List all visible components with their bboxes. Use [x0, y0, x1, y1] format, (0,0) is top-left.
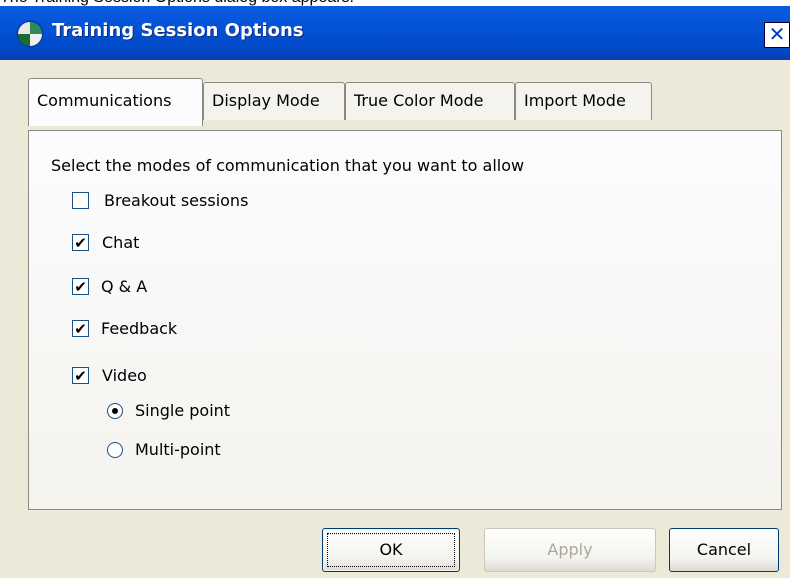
tab-label: Display Mode [212, 91, 320, 110]
apply-button-label: Apply [547, 540, 593, 559]
cancel-button[interactable]: Cancel [669, 528, 779, 572]
tab-label: Communications [37, 91, 172, 110]
dialog-window: Training Session Options ✕ Communication… [0, 6, 790, 578]
close-button[interactable]: ✕ [764, 22, 790, 48]
single-point-radio[interactable] [107, 403, 123, 419]
ok-button[interactable]: OK [322, 528, 460, 572]
tab-communications[interactable]: Communications [28, 78, 203, 126]
video-checkbox[interactable] [72, 367, 89, 384]
close-icon: ✕ [768, 22, 786, 46]
tab-display-mode[interactable]: Display Mode [203, 82, 345, 120]
chat-checkbox[interactable] [72, 234, 89, 251]
breakout-sessions-label[interactable]: Breakout sessions [104, 191, 248, 210]
tab-true-color-mode[interactable]: True Color Mode [345, 82, 515, 120]
instruction-text: Select the modes of communication that y… [51, 156, 525, 175]
tab-import-mode[interactable]: Import Mode [515, 82, 652, 120]
apply-button[interactable]: Apply [484, 528, 656, 572]
tab-label: Import Mode [524, 91, 626, 110]
chat-label[interactable]: Chat [102, 233, 139, 252]
dialog-title: Training Session Options [52, 20, 304, 41]
focus-ring [327, 533, 455, 567]
single-point-label[interactable]: Single point [135, 401, 230, 420]
q-and-a-checkbox[interactable] [72, 278, 89, 295]
multi-point-label[interactable]: Multi-point [135, 440, 221, 459]
cancel-button-label: Cancel [696, 540, 752, 559]
video-label[interactable]: Video [102, 366, 147, 385]
tab-label: True Color Mode [354, 91, 484, 110]
feedback-checkbox[interactable] [72, 320, 89, 337]
feedback-label[interactable]: Feedback [101, 319, 177, 338]
breakout-sessions-checkbox[interactable] [72, 192, 89, 209]
app-globe-icon [18, 22, 42, 46]
multi-point-radio[interactable] [107, 442, 123, 458]
q-and-a-label[interactable]: Q & A [101, 277, 147, 296]
title-bar[interactable]: Training Session Options ✕ [0, 6, 790, 60]
